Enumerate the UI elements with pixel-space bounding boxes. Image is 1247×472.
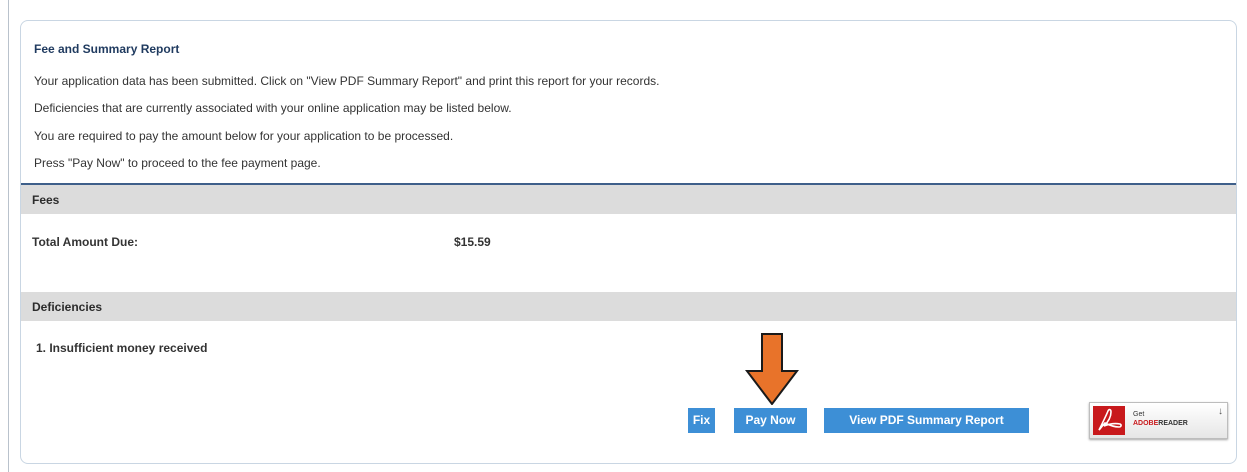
- view-pdf-summary-report-button[interactable]: View PDF Summary Report: [824, 408, 1029, 433]
- total-amount-value: $15.59: [454, 235, 491, 249]
- total-amount-label: Total Amount Due:: [32, 235, 138, 249]
- adobe-get-text: Get: [1133, 411, 1145, 418]
- summary-intro: Fee and Summary Report Your application …: [34, 21, 1236, 184]
- summary-line-required-payment: You are required to pay the amount below…: [34, 129, 454, 143]
- adobe-pdf-icon: [1093, 406, 1125, 435]
- get-adobe-reader-badge[interactable]: Get ADOBEREADER ↓: [1089, 402, 1228, 439]
- left-border-rule: [8, 0, 9, 472]
- adobe-brand-text: ADOBE: [1133, 420, 1159, 427]
- summary-line-pay-now-instruction: Press "Pay Now" to proceed to the fee pa…: [34, 156, 321, 170]
- summary-line-deficiencies: Deficiencies that are currently associat…: [34, 101, 512, 115]
- summary-line-submitted: Your application data has been submitted…: [34, 74, 660, 88]
- summary-title: Fee and Summary Report: [34, 42, 180, 56]
- deficiencies-section-header: Deficiencies: [21, 292, 1236, 321]
- download-arrow-icon: ↓: [1218, 406, 1223, 417]
- deficiencies-section-label: Deficiencies: [32, 300, 103, 314]
- adobe-product-text: READER: [1158, 420, 1188, 427]
- fees-section-header: Fees: [21, 185, 1236, 214]
- down-arrow-icon: [745, 333, 799, 405]
- deficiency-item: 1. Insufficient money received: [36, 341, 208, 355]
- fee-summary-panel: Fee and Summary Report Your application …: [20, 20, 1237, 464]
- adobe-reader-text: ADOBEREADER: [1133, 420, 1188, 427]
- pay-now-button[interactable]: Pay Now: [734, 408, 807, 433]
- fix-button[interactable]: Fix: [688, 408, 715, 433]
- fees-section-label: Fees: [32, 193, 60, 207]
